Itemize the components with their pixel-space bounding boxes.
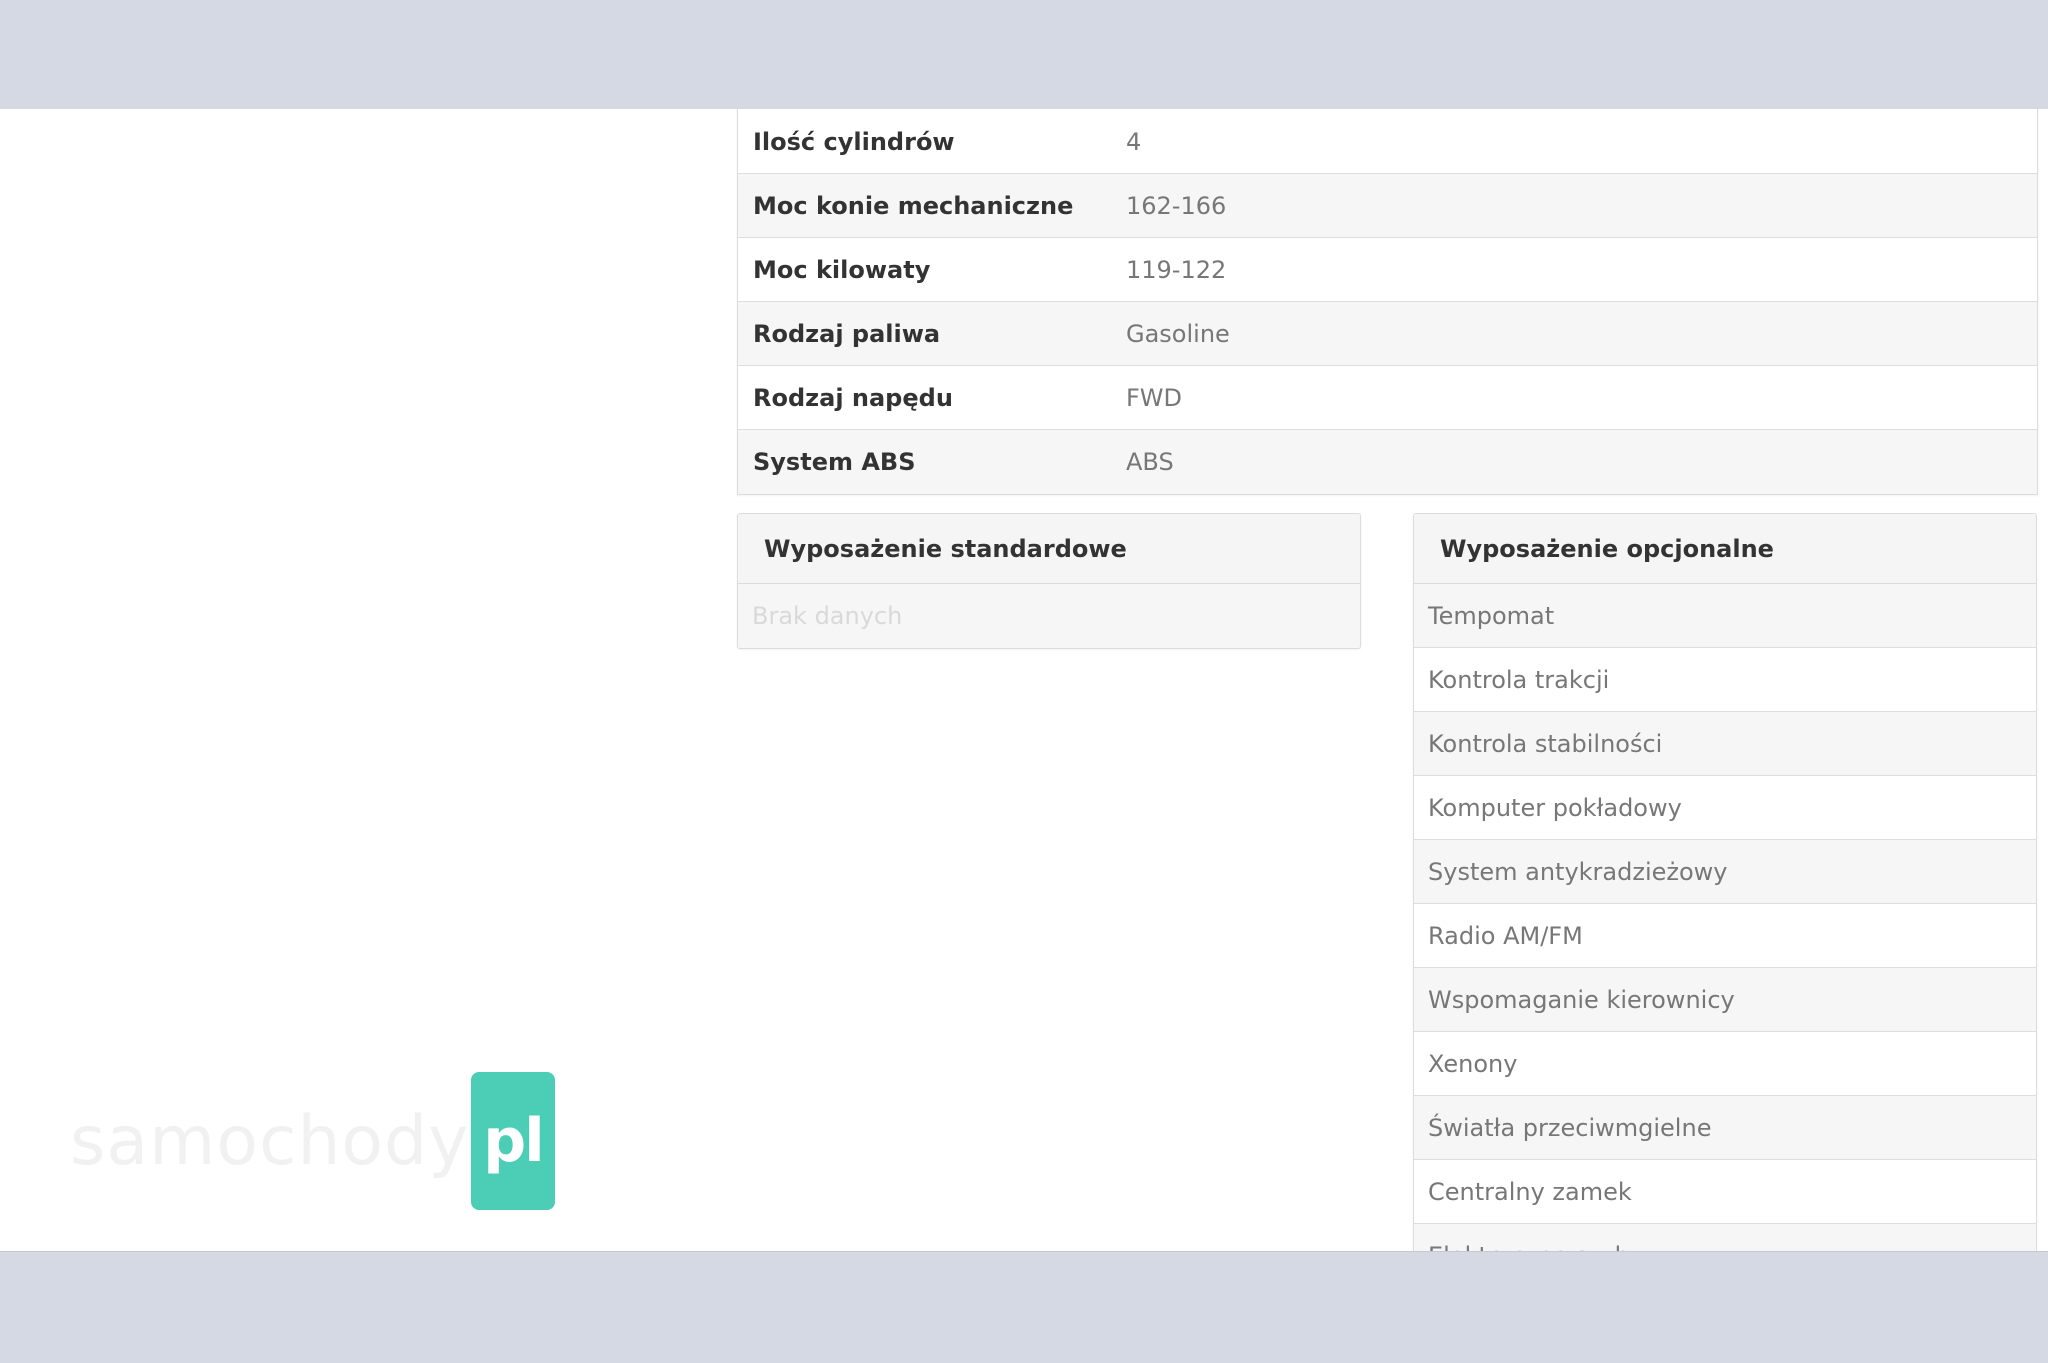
list-item: System antykradzieżowy	[1414, 840, 2036, 904]
spec-label: Moc konie mechaniczne	[753, 191, 1074, 220]
spec-row-cylinders: Ilość cylindrów 4	[738, 109, 2037, 174]
logo-wordmark: samochody	[70, 1102, 470, 1181]
list-item: Komputer pokładowy	[1414, 776, 2036, 840]
optional-equipment-panel: Wyposażenie opcjonalne Tempomat Kontrola…	[1413, 513, 2037, 1251]
logo-badge-text: pl	[483, 1106, 544, 1176]
spec-label: System ABS	[753, 448, 916, 476]
spec-label: Moc kilowaty	[753, 255, 931, 284]
specs-table: Ilość cylindrów 4 Moc konie mechaniczne …	[737, 109, 2038, 495]
panel-title: Wyposażenie standardowe	[738, 514, 1360, 584]
spec-row-fuel-type: Rodzaj paliwa Gasoline	[738, 302, 2037, 366]
spec-label: Rodzaj paliwa	[753, 319, 941, 348]
top-band	[0, 0, 2048, 109]
panel-title: Wyposażenie opcjonalne	[1414, 514, 2036, 584]
spec-value: 162-166	[1126, 191, 1227, 220]
spec-value: Gasoline	[1126, 319, 1230, 348]
list-item: Xenony	[1414, 1032, 2036, 1096]
empty-state-text: Brak danych	[738, 584, 1360, 648]
standard-equipment-panel: Wyposażenie standardowe Brak danych	[737, 513, 1361, 649]
list-item: Centralny zamek	[1414, 1160, 2036, 1224]
spec-row-drive-type: Rodzaj napędu FWD	[738, 366, 2037, 430]
logo-badge: pl	[471, 1072, 555, 1210]
site-logo[interactable]: samochody pl	[70, 1072, 560, 1212]
page-content: Ilość cylindrów 4 Moc konie mechaniczne …	[0, 109, 2048, 1251]
list-item: Światła przeciwmgielne	[1414, 1096, 2036, 1160]
bottom-band	[0, 1251, 2048, 1363]
spec-value: FWD	[1126, 383, 1183, 412]
list-item: Elektryczne szyby	[1414, 1224, 2036, 1251]
list-item: Tempomat	[1414, 584, 2036, 648]
list-item: Radio AM/FM	[1414, 904, 2036, 968]
spec-label: Rodzaj napędu	[753, 383, 953, 412]
list-item: Kontrola stabilności	[1414, 712, 2036, 776]
spec-row-horsepower: Moc konie mechaniczne 162-166	[738, 174, 2037, 238]
spec-row-abs: System ABS ABS	[738, 430, 2037, 494]
list-item: Kontrola trakcji	[1414, 648, 2036, 712]
spec-row-kilowatts: Moc kilowaty 119-122	[738, 238, 2037, 302]
list-item: Wspomaganie kierownicy	[1414, 968, 2036, 1032]
spec-value: 4	[1126, 127, 1142, 156]
spec-value: ABS	[1126, 448, 1174, 476]
spec-label: Ilość cylindrów	[753, 127, 955, 156]
spec-value: 119-122	[1126, 255, 1227, 284]
